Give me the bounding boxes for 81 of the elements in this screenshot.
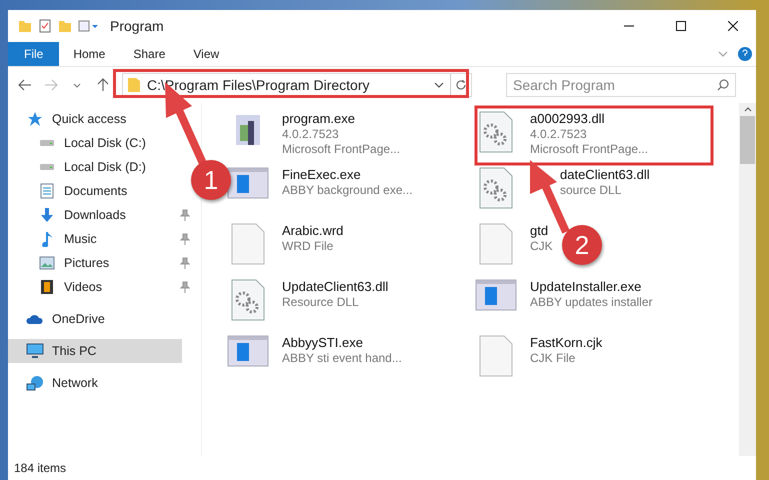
scroll-up-icon[interactable] — [744, 107, 752, 112]
file-name[interactable]: program.exe — [282, 111, 400, 126]
nav-item[interactable]: Local Disk (C:) — [8, 131, 194, 155]
window-file-icon — [227, 167, 269, 199]
refresh-icon[interactable] — [455, 79, 467, 91]
ribbon-tab[interactable]: View — [179, 42, 234, 66]
file-name[interactable]: dateClient63.dll — [560, 167, 650, 182]
pin-icon[interactable] — [180, 233, 190, 245]
drive-icon — [39, 139, 55, 147]
blank-file-icon — [479, 335, 513, 377]
gear-file-icon — [231, 279, 265, 321]
file-name[interactable]: UpdateInstaller.exe — [530, 279, 653, 294]
star-icon — [27, 111, 43, 127]
pin-icon[interactable] — [180, 281, 190, 293]
file-detail: CJK — [530, 239, 553, 253]
file-detail: 4.0.2.7523 — [282, 127, 340, 141]
up-arrow-icon[interactable] — [97, 78, 109, 92]
nav-item[interactable]: Documents — [8, 179, 194, 203]
window-title: Program — [110, 18, 164, 34]
folder-icon — [127, 77, 141, 93]
file-detail: WRD File — [282, 239, 334, 253]
back-arrow-icon[interactable] — [18, 79, 32, 91]
cloud-icon — [26, 313, 44, 325]
view-options-icon[interactable] — [78, 19, 100, 33]
document-icon — [40, 183, 54, 199]
caret-icon[interactable] — [73, 82, 81, 88]
nav-item[interactable]: Local Disk (D:) — [8, 155, 194, 179]
blank-file-icon — [479, 223, 513, 265]
blank-file-icon — [231, 223, 265, 265]
ribbon-tab[interactable]: Share — [119, 42, 180, 66]
nav-item[interactable]: OneDrive — [8, 307, 182, 331]
window-file-icon — [227, 335, 269, 367]
file-name[interactable]: UpdateClient63.dll — [282, 279, 388, 294]
nav-item[interactable]: Music — [8, 227, 194, 251]
film-icon — [40, 279, 54, 295]
file-detail: Microsoft FrontPage... — [282, 142, 400, 156]
chevron-icon[interactable] — [718, 51, 728, 57]
help-icon[interactable] — [738, 47, 752, 61]
minimize-icon[interactable] — [624, 25, 634, 27]
close-icon[interactable] — [728, 21, 738, 31]
file-name[interactable]: a0002993.dll — [530, 111, 648, 126]
item-count: 184 items — [14, 461, 66, 475]
pin-icon[interactable] — [180, 209, 190, 221]
nav-item[interactable]: Pictures — [8, 251, 194, 275]
file-detail: 4.0.2.7523 — [530, 127, 588, 141]
scrollbar[interactable] — [739, 103, 756, 456]
picture-icon — [39, 256, 55, 270]
ribbon-tab[interactable]: Home — [59, 42, 120, 66]
nav-item[interactable]: Quick access — [8, 107, 182, 131]
monitor-icon — [26, 343, 44, 359]
nav-item[interactable]: Downloads — [8, 203, 194, 227]
file-detail: Microsoft FrontPage... — [530, 142, 648, 156]
file-name[interactable]: FineExec.exe — [282, 167, 413, 182]
file-detail: Resource DLL — [282, 295, 360, 309]
drive-icon — [39, 163, 55, 171]
gear-file-icon — [479, 111, 513, 153]
pin-icon[interactable] — [180, 257, 190, 269]
nav-item[interactable]: Network — [8, 371, 182, 395]
network-icon — [26, 375, 44, 391]
file-detail: ABBY sti event hand... — [282, 351, 402, 365]
file-name[interactable]: gtd — [530, 223, 553, 238]
file-detail: ABBY background exe... — [282, 183, 413, 197]
file-detail: ABBY updates installer — [530, 295, 653, 309]
file-name[interactable]: FastKorn.cjk — [530, 335, 602, 350]
properties-icon[interactable] — [38, 19, 52, 33]
ribbon-tab[interactable]: File — [8, 42, 60, 66]
file-detail: source DLL — [560, 183, 622, 197]
nav-item[interactable]: Videos — [8, 275, 194, 299]
search-icon[interactable] — [717, 79, 729, 91]
window-file-icon — [475, 279, 517, 311]
file-detail: CJK File — [530, 351, 576, 365]
music-note-icon — [41, 231, 53, 247]
scrollbar-thumb[interactable] — [740, 116, 755, 164]
dropdown-icon[interactable] — [434, 82, 444, 88]
maximize-icon[interactable] — [676, 21, 686, 31]
file-name[interactable]: AbbyySTI.exe — [282, 335, 402, 350]
search-field[interactable]: Search Program — [506, 73, 736, 97]
nav-item[interactable]: This PC — [8, 339, 182, 363]
gear-file-icon — [479, 167, 513, 209]
download-icon — [39, 207, 55, 223]
file-name[interactable]: Arabic.wrd — [282, 223, 344, 238]
